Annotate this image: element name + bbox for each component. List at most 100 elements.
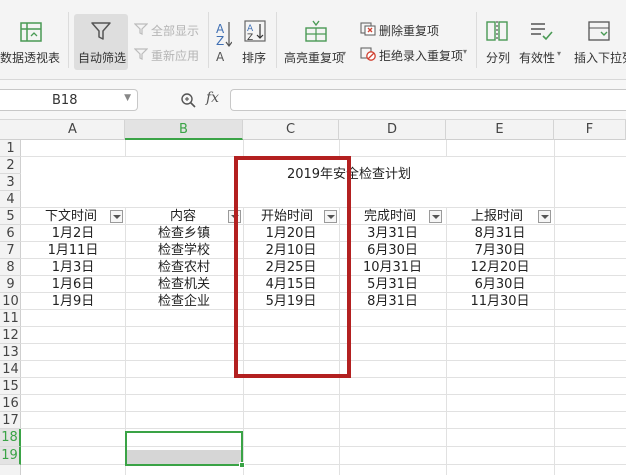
- name-box[interactable]: B18 ▼: [0, 89, 138, 111]
- pivot-table-icon[interactable]: [20, 22, 42, 42]
- reapply-button[interactable]: 重新应用: [151, 47, 199, 64]
- validity-button[interactable]: 有效性: [519, 49, 555, 66]
- column-header-f[interactable]: F: [554, 120, 626, 140]
- column-header-c[interactable]: C: [243, 120, 339, 140]
- autofilter-label: 自动筛选: [78, 51, 127, 65]
- row-header[interactable]: 17: [0, 412, 21, 429]
- grid-line: [21, 428, 626, 429]
- sort-ascending-icon[interactable]: AZA: [214, 20, 233, 64]
- row-header[interactable]: 2: [0, 157, 21, 174]
- row-header[interactable]: 1: [0, 140, 21, 157]
- table-cell[interactable]: 1月2日: [21, 225, 125, 242]
- sort-icon[interactable]: AZ: [244, 20, 266, 43]
- table-cell[interactable]: 检查企业: [125, 293, 243, 310]
- grid-line: [21, 464, 626, 465]
- insert-dropdown-icon[interactable]: [588, 20, 610, 42]
- filter-dropdown-icon[interactable]: [429, 210, 442, 223]
- insert-dropdown-button[interactable]: 插入下拉列: [574, 49, 626, 66]
- sort-button[interactable]: 排序: [242, 49, 266, 66]
- header-cell[interactable]: 下文时间: [45, 208, 97, 225]
- table-cell[interactable]: 检查乡镇: [125, 225, 243, 242]
- filter-dropdown-icon[interactable]: [110, 210, 123, 223]
- ribbon-toolbar: 数据透视表 自动筛选 全部显示 重新应用 AZA AZ 排序 高亮重复项 ▾ 删…: [0, 0, 626, 80]
- reject-duplicates-chevron-icon[interactable]: ▾: [463, 47, 467, 56]
- column-header-d[interactable]: D: [339, 120, 446, 140]
- svg-text:Z: Z: [247, 33, 253, 42]
- fx-icon[interactable]: fx: [206, 90, 219, 106]
- validity-chevron-icon[interactable]: ▾: [557, 49, 561, 58]
- split-columns-button[interactable]: 分列: [486, 49, 510, 66]
- highlight-duplicates-chevron-icon[interactable]: ▾: [342, 49, 346, 58]
- highlight-duplicates-icon[interactable]: [304, 20, 328, 42]
- column-header-a[interactable]: A: [21, 120, 125, 140]
- row-header[interactable]: 9: [0, 276, 21, 293]
- reapply-filter-icon: [133, 48, 149, 60]
- grid-line: [554, 140, 555, 475]
- header-cell[interactable]: 内容: [170, 208, 196, 225]
- row-headers: 1 2 3 4 5 6 7 8 9 10 11 12 13 14 15 16 1…: [0, 140, 21, 475]
- name-box-chevron-icon[interactable]: ▼: [124, 93, 131, 103]
- table-cell[interactable]: 检查学校: [125, 242, 243, 259]
- table-cell[interactable]: 3月31日: [339, 225, 446, 242]
- row-header[interactable]: 8: [0, 259, 21, 276]
- ribbon-separator: [276, 12, 277, 68]
- header-cell[interactable]: 完成时间: [364, 208, 416, 225]
- highlight-annotation-box: [234, 156, 351, 378]
- table-cell[interactable]: 10月31日: [339, 259, 446, 276]
- table-cell[interactable]: 6月30日: [339, 242, 446, 259]
- row-header[interactable]: 18: [0, 429, 21, 447]
- filter-icon: [90, 20, 112, 42]
- filter-dropdown-icon[interactable]: [538, 210, 551, 223]
- highlight-duplicates-button[interactable]: 高亮重复项: [284, 49, 344, 66]
- split-columns-icon[interactable]: [486, 20, 508, 42]
- column-header-b[interactable]: B: [125, 120, 243, 140]
- row-header[interactable]: 12: [0, 327, 21, 344]
- row-header[interactable]: 13: [0, 344, 21, 361]
- table-cell[interactable]: 1月9日: [21, 293, 125, 310]
- row-header[interactable]: 3: [0, 174, 21, 191]
- row-header[interactable]: 16: [0, 395, 21, 412]
- zoom-search-icon[interactable]: [180, 92, 198, 108]
- reject-duplicates-button[interactable]: 拒绝录入重复项: [379, 47, 463, 64]
- row-header[interactable]: 10: [0, 293, 21, 310]
- show-all-filter-icon: [133, 23, 149, 35]
- validity-icon[interactable]: [529, 20, 553, 42]
- row-header[interactable]: 6: [0, 225, 21, 242]
- table-cell[interactable]: 8月31日: [339, 293, 446, 310]
- row-header[interactable]: 5: [0, 208, 21, 225]
- table-cell[interactable]: 1月3日: [21, 259, 125, 276]
- table-cell[interactable]: 6月30日: [446, 276, 554, 293]
- table-cell[interactable]: 1月11日: [21, 242, 125, 259]
- delete-duplicates-button[interactable]: 删除重复项: [379, 22, 439, 39]
- delete-duplicates-icon: [360, 22, 376, 36]
- table-cell[interactable]: 11月30日: [446, 293, 554, 310]
- table-cell[interactable]: 1月6日: [21, 276, 125, 293]
- table-cell[interactable]: 8月31日: [446, 225, 554, 242]
- selected-range[interactable]: [125, 431, 243, 466]
- reject-duplicates-icon: [360, 47, 376, 61]
- table-cell[interactable]: 检查农村: [125, 259, 243, 276]
- name-box-value: B18: [52, 93, 78, 108]
- row-header[interactable]: 7: [0, 242, 21, 259]
- table-cell[interactable]: 5月31日: [339, 276, 446, 293]
- row-header[interactable]: 14: [0, 361, 21, 378]
- formula-input[interactable]: [230, 89, 626, 111]
- row-header[interactable]: 19: [0, 447, 21, 465]
- ribbon-separator: [68, 12, 69, 68]
- row-header[interactable]: 15: [0, 378, 21, 395]
- show-all-button[interactable]: 全部显示: [151, 22, 199, 39]
- table-cell[interactable]: 7月30日: [446, 242, 554, 259]
- column-headers: A B C D E F: [0, 120, 626, 140]
- table-cell[interactable]: 检查机关: [125, 276, 243, 293]
- pivot-table-button[interactable]: 数据透视表: [0, 49, 60, 66]
- row-header[interactable]: 4: [0, 191, 21, 208]
- grid-line: [21, 446, 626, 447]
- fill-handle[interactable]: [239, 462, 245, 468]
- header-cell[interactable]: 上报时间: [471, 208, 523, 225]
- grid-line: [21, 411, 626, 412]
- ribbon-separator: [476, 12, 477, 68]
- column-header-e[interactable]: E: [446, 120, 554, 140]
- table-cell[interactable]: 12月20日: [446, 259, 554, 276]
- row-header[interactable]: 11: [0, 310, 21, 327]
- svg-text:Z: Z: [216, 34, 224, 48]
